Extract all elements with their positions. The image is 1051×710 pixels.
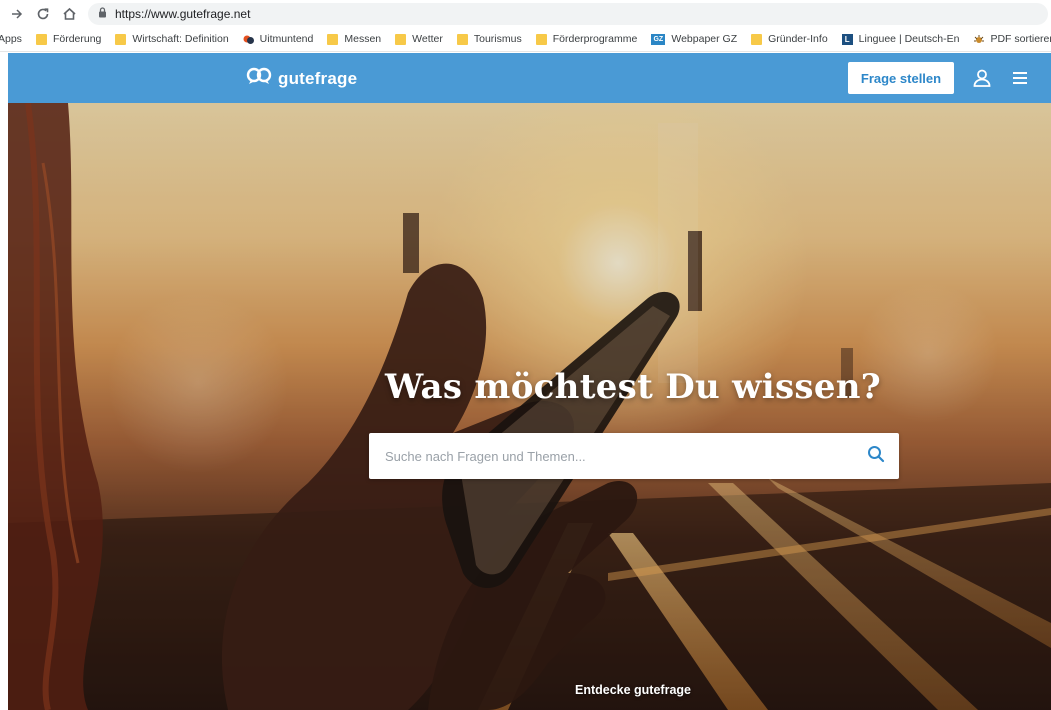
bookmark-messen[interactable]: Messen bbox=[327, 33, 381, 45]
hero-section: Was möchtest Du wissen? Entdecke gutefra… bbox=[8, 103, 1051, 710]
speech-bubbles-logo-icon bbox=[246, 66, 272, 91]
bookmark-label: Förderung bbox=[52, 33, 102, 45]
bookmark-tourismus[interactable]: Tourismus bbox=[456, 33, 522, 45]
linguee-icon: L bbox=[841, 33, 853, 45]
bookmark-webpaper-gz[interactable]: GZ Webpaper GZ bbox=[651, 33, 737, 45]
bookmark-uitmuntend[interactable]: Uitmuntend bbox=[243, 33, 314, 45]
folder-icon bbox=[327, 33, 339, 45]
bookmark-pdf-sortieren[interactable]: PDF sortieren bbox=[973, 33, 1051, 45]
search-input[interactable] bbox=[369, 433, 853, 479]
ask-question-button[interactable]: Frage stellen bbox=[848, 62, 954, 94]
site-logo[interactable]: gutefrage bbox=[246, 66, 357, 91]
lock-icon bbox=[98, 5, 107, 23]
address-bar[interactable]: https://www.gutefrage.net bbox=[88, 3, 1048, 25]
hero-title: Was möchtest Du wissen? bbox=[384, 367, 881, 407]
search-bar bbox=[369, 433, 899, 479]
bookmark-apps[interactable]: Apps bbox=[0, 33, 22, 45]
bookmark-linguee[interactable]: L Linguee | Deutsch-En bbox=[841, 33, 960, 45]
bookmark-gruender-info[interactable]: Gründer-Info bbox=[751, 33, 828, 45]
folder-icon bbox=[535, 33, 547, 45]
url-text: https://www.gutefrage.net bbox=[115, 7, 251, 21]
forward-icon[interactable] bbox=[6, 3, 28, 25]
folder-icon bbox=[35, 33, 47, 45]
folder-icon bbox=[395, 33, 407, 45]
home-icon[interactable] bbox=[58, 3, 80, 25]
bookmark-label: Förderprogramme bbox=[552, 33, 638, 45]
hamburger-menu-icon[interactable] bbox=[1010, 68, 1030, 88]
bookmark-label: Tourismus bbox=[473, 33, 522, 45]
folder-icon bbox=[456, 33, 468, 45]
folder-icon bbox=[751, 33, 763, 45]
bookmark-label: Uitmuntend bbox=[259, 33, 314, 45]
search-button[interactable] bbox=[853, 433, 899, 479]
bookmark-label: Messen bbox=[344, 33, 382, 45]
browser-toolbar: https://www.gutefrage.net bbox=[0, 0, 1051, 27]
pdf-icon bbox=[973, 34, 985, 45]
bookmarks-bar: Apps Förderung Wirtschaft: Definition Ui… bbox=[0, 27, 1051, 52]
bookmark-foerderung[interactable]: Förderung bbox=[35, 33, 102, 45]
bookmark-label: Webpaper GZ bbox=[671, 33, 738, 45]
bookmark-label: Apps bbox=[0, 33, 22, 45]
bookmark-label: Wetter bbox=[412, 33, 443, 45]
gz-icon: GZ bbox=[651, 33, 666, 45]
discover-link[interactable]: Entdecke gutefrage bbox=[8, 683, 1051, 697]
reload-icon[interactable] bbox=[32, 3, 54, 25]
bookmark-label: Gründer-Info bbox=[768, 33, 828, 45]
uitmuntend-icon bbox=[243, 34, 254, 45]
bookmark-label: PDF sortieren bbox=[990, 33, 1051, 45]
site-header: gutefrage Frage stellen bbox=[8, 53, 1051, 103]
user-icon[interactable] bbox=[971, 67, 993, 89]
folder-icon bbox=[115, 33, 127, 45]
bookmark-wirtschaft[interactable]: Wirtschaft: Definition bbox=[115, 33, 229, 45]
bookmark-label: Wirtschaft: Definition bbox=[132, 33, 229, 45]
bookmark-foerderprogramme[interactable]: Förderprogramme bbox=[535, 33, 638, 45]
bookmark-label: Linguee | Deutsch-En bbox=[858, 33, 960, 45]
logo-text: gutefrage bbox=[278, 68, 358, 88]
search-icon bbox=[867, 445, 885, 468]
bookmark-wetter[interactable]: Wetter bbox=[395, 33, 443, 45]
